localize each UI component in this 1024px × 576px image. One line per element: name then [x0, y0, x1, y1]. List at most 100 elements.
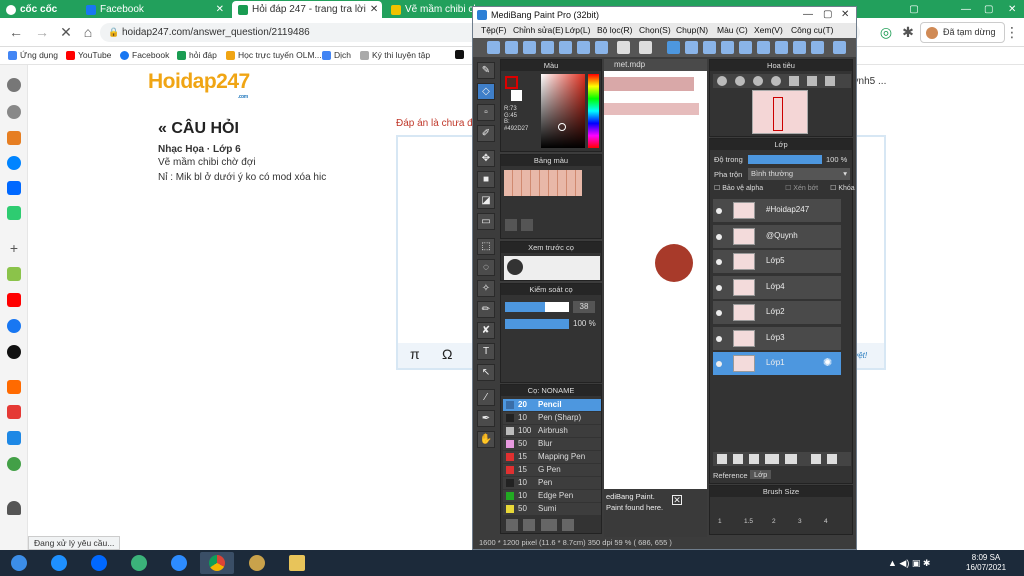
shopee-icon[interactable]: [7, 380, 21, 394]
visibility-eye-icon[interactable]: [716, 310, 722, 316]
new-8bit-layer-icon[interactable]: [749, 454, 759, 464]
new-layer-icon[interactable]: [717, 454, 727, 464]
flip-icon[interactable]: [825, 76, 835, 86]
brush-item[interactable]: 100 Airbrush: [503, 425, 601, 437]
brush-settings-icon[interactable]: [562, 519, 574, 531]
save-icon[interactable]: [559, 41, 572, 54]
snap-options-icon[interactable]: [811, 41, 824, 54]
app-z-icon[interactable]: [7, 267, 21, 281]
brush-copy-icon[interactable]: [523, 519, 535, 531]
settings-gear-icon[interactable]: [7, 78, 21, 92]
home-icon[interactable]: ⌂: [80, 24, 96, 40]
bookmark-dich[interactable]: Dịch: [322, 50, 351, 60]
ie-taskbar-button[interactable]: [42, 552, 76, 574]
close-tab-icon[interactable]: ✕: [216, 4, 224, 15]
spotify-icon[interactable]: [7, 345, 21, 359]
size-preset-3[interactable]: 3: [798, 518, 802, 525]
menu-color[interactable]: Màu (C): [717, 23, 748, 38]
redo-icon[interactable]: [639, 41, 652, 54]
select-eraser-icon[interactable]: ✘: [477, 322, 495, 339]
game-icon[interactable]: [7, 206, 21, 220]
visibility-eye-icon[interactable]: [716, 259, 722, 265]
tab-search-icon[interactable]: ▢: [905, 1, 923, 18]
menu-select[interactable]: Chọn(S): [639, 23, 671, 38]
brush-item[interactable]: 15 Mapping Pen: [503, 451, 601, 463]
new-halftone-layer-icon[interactable]: [733, 454, 743, 464]
omega-icon[interactable]: Ω: [442, 346, 452, 362]
size-preset-1[interactable]: 1: [718, 518, 722, 525]
layout-icon[interactable]: [833, 41, 846, 54]
visibility-eye-icon[interactable]: [716, 361, 722, 367]
gradient-tool-icon[interactable]: ▭: [477, 213, 495, 230]
visibility-eye-icon[interactable]: [716, 233, 722, 240]
messenger-icon[interactable]: [7, 156, 21, 170]
layer-row[interactable]: Lớp1 ✺: [713, 352, 841, 376]
snap-grid-icon[interactable]: [703, 41, 716, 54]
brush-item[interactable]: 10 Pen (Sharp): [503, 412, 601, 424]
undo-icon[interactable]: [617, 41, 630, 54]
back-arrow-icon[interactable]: ←: [8, 24, 24, 40]
layer-row[interactable]: Lớp5: [713, 250, 841, 274]
coccoc-taskbar-button[interactable]: [122, 552, 156, 574]
rotate-left-icon[interactable]: [789, 76, 799, 86]
tab-coccoc[interactable]: cốc cốc: [0, 1, 70, 18]
antialias-icon[interactable]: [667, 41, 680, 54]
snap-radial-icon[interactable]: [775, 41, 788, 54]
snap-curve-icon[interactable]: [793, 41, 806, 54]
navigator-thumbnail[interactable]: [752, 90, 808, 134]
zalo-taskbar-button[interactable]: [82, 552, 116, 574]
merge-layer-icon[interactable]: [827, 454, 837, 464]
drawing-canvas[interactable]: ediBang Paint. Paint found here. ✕: [604, 59, 707, 537]
visibility-eye-icon[interactable]: [716, 284, 722, 291]
brush-item[interactable]: 10 Edge Pen: [503, 490, 601, 502]
bookmark-hoidap[interactable]: hỏi đáp: [177, 50, 217, 60]
share-icon[interactable]: [523, 41, 536, 54]
profile-paused-button[interactable]: Đã tạm dừng: [920, 22, 1005, 43]
new-file-icon[interactable]: [487, 41, 500, 54]
sale-icon[interactable]: [7, 431, 21, 445]
tab-chibi[interactable]: Vẽ mầm chibi chờ: [385, 1, 475, 18]
operation-tool-icon[interactable]: ↖: [477, 364, 495, 381]
start-button[interactable]: [2, 552, 36, 574]
blur-tool-icon[interactable]: ✐: [477, 125, 495, 142]
duplicate-layer-icon[interactable]: [811, 454, 821, 464]
rotate-right-icon[interactable]: [807, 76, 817, 86]
menu-layer[interactable]: Lớp(L): [565, 23, 590, 38]
layer-row[interactable]: Lớp2: [713, 301, 841, 325]
magic-wand-icon[interactable]: ✧: [477, 280, 495, 297]
turtle-icon[interactable]: [7, 457, 21, 471]
lasso-tool-icon[interactable]: ◌: [477, 259, 495, 276]
brush-item[interactable]: 10 Pen: [503, 477, 601, 489]
eraser-tool-icon[interactable]: ◇: [477, 83, 495, 100]
bookmark-facebook[interactable]: Facebook: [120, 50, 169, 60]
minimize-icon[interactable]: —: [955, 1, 973, 18]
explorer-taskbar-button[interactable]: [280, 552, 314, 574]
crown-icon[interactable]: [7, 131, 21, 145]
protect-alpha-checkbox[interactable]: ☐ Bảo vệ alpha: [714, 185, 763, 192]
brush-size-value[interactable]: 38: [573, 301, 595, 313]
close-window-icon[interactable]: ✕: [841, 7, 849, 23]
panel-icon[interactable]: [595, 41, 608, 54]
page-title[interactable]: « CÂU HỎI: [158, 120, 239, 138]
pi-icon[interactable]: π: [410, 346, 420, 362]
brush-item[interactable]: 15 G Pen: [503, 464, 601, 476]
visibility-eye-icon[interactable]: [716, 208, 722, 214]
menu-file[interactable]: Tệp(F): [481, 23, 507, 38]
vtv-icon[interactable]: [7, 405, 21, 419]
minimize-icon[interactable]: —: [803, 7, 813, 23]
close-tab-icon[interactable]: ✕: [370, 4, 378, 15]
canvas-tab[interactable]: met.mdp: [604, 59, 707, 71]
menu-tools[interactable]: Công cụ(T): [791, 23, 834, 38]
layer-row[interactable]: Lớp4: [713, 275, 841, 300]
eyedropper-tool-icon[interactable]: ⁄: [477, 389, 495, 406]
snap-lines-icon[interactable]: [721, 41, 734, 54]
bookmark-olm[interactable]: Học trực tuyến OLM...: [226, 50, 322, 60]
layer-add-menu-icon[interactable]: [765, 454, 779, 464]
brush-item[interactable]: 20 Pencil: [503, 399, 601, 411]
layer-opacity-slider[interactable]: [748, 155, 822, 164]
youtube-icon[interactable]: [7, 293, 21, 307]
zalo-icon[interactable]: [7, 181, 21, 195]
zoom-out-icon[interactable]: [735, 76, 745, 86]
hand-tool-icon[interactable]: ✋: [477, 431, 495, 448]
fill-tool-icon[interactable]: ◪: [477, 192, 495, 209]
